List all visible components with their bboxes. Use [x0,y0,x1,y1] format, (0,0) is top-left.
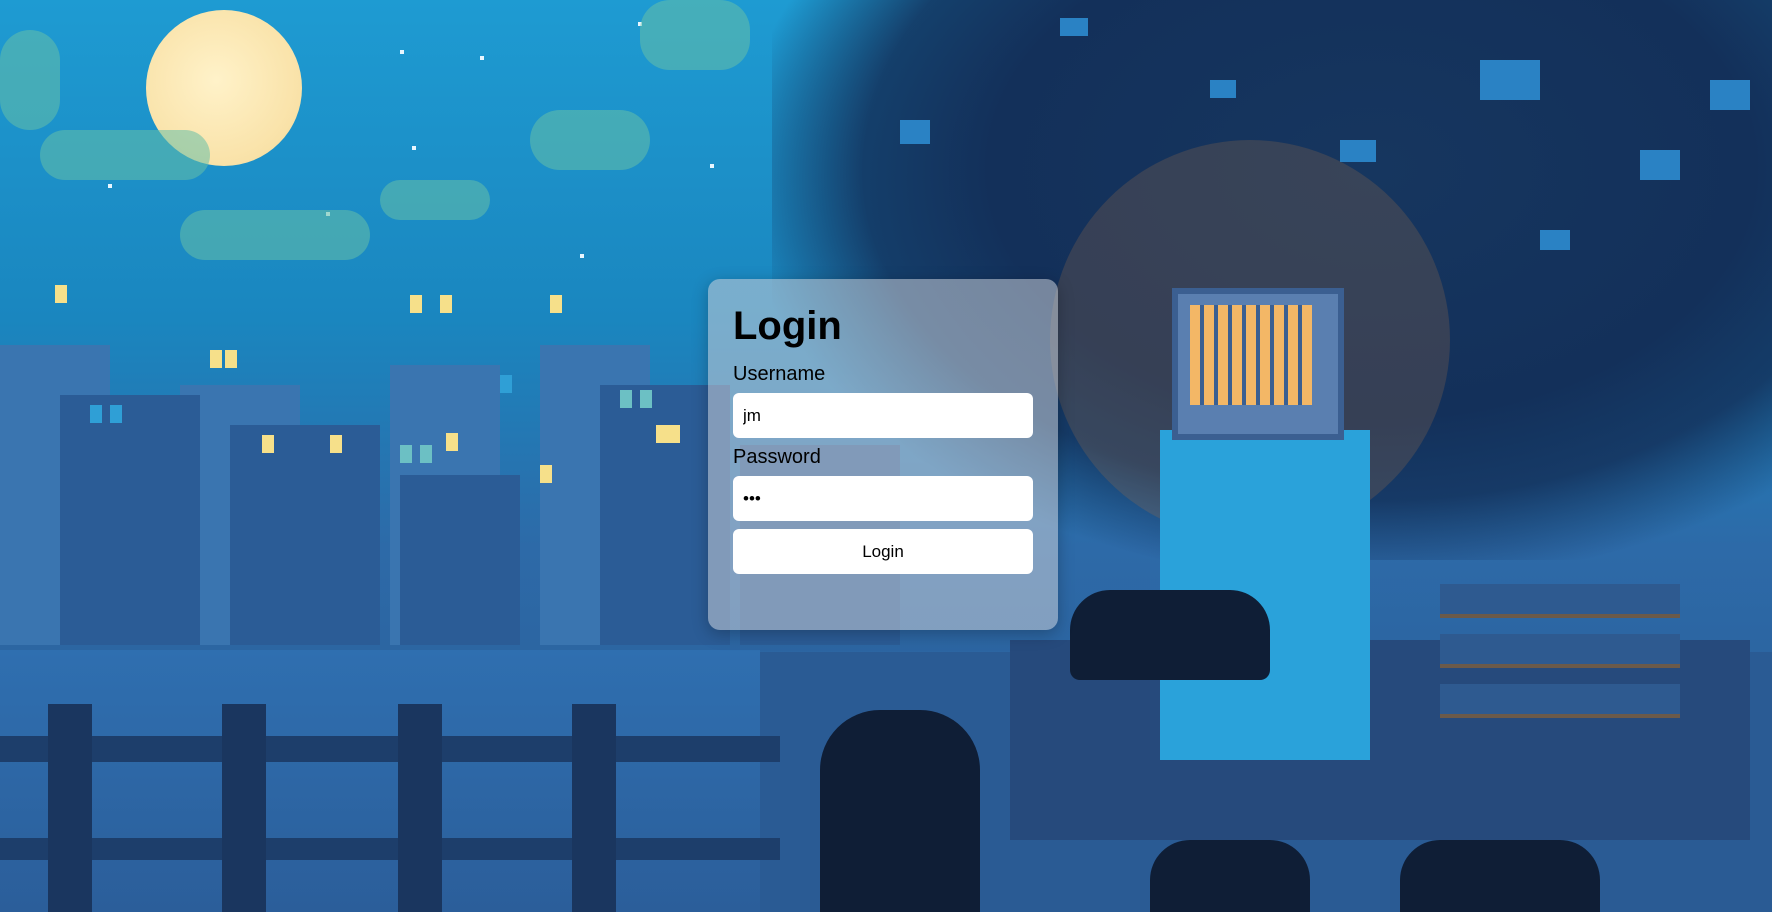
cat [1400,840,1600,912]
window [330,435,342,453]
login-title: Login [733,304,842,348]
window [225,350,237,368]
window [500,375,512,393]
leaf [1060,18,1088,36]
window [210,350,222,368]
window [262,435,274,453]
leaf [1480,60,1540,100]
background-scene: Login Username Password Login [0,0,1772,912]
login-button[interactable]: Login [733,529,1033,574]
window [656,425,668,443]
building [230,425,380,645]
robot-screen [1190,305,1312,405]
leaf [1340,140,1376,162]
bench-slat [1440,634,1680,668]
password-label: Password [733,446,821,468]
cloud [180,210,370,260]
login-form: Login Username Password Login [708,279,1058,630]
cat [1070,590,1270,680]
window [90,405,102,423]
username-input[interactable] [733,393,1033,438]
fence-post [398,704,442,912]
star [710,164,714,168]
fence-post [48,704,92,912]
leaf [900,120,930,144]
star [412,146,416,150]
window [55,285,67,303]
window [540,465,552,483]
building [60,395,200,645]
leaf [1210,80,1236,98]
window [446,433,458,451]
leaf [1710,80,1750,110]
building [400,475,520,645]
cloud [40,130,210,180]
password-input[interactable] [733,476,1033,521]
star [400,50,404,54]
window [640,390,652,408]
window [668,425,680,443]
window [400,445,412,463]
star [480,56,484,60]
fence-post [572,704,616,912]
cat [820,710,980,912]
cloud [530,110,650,170]
window [420,445,432,463]
cat [1150,840,1310,912]
username-label: Username [733,363,826,385]
window [440,295,452,313]
cloud [0,30,60,130]
window [110,405,122,423]
water [0,650,760,912]
star [580,254,584,258]
bench-slat [1440,584,1680,618]
window [550,295,562,313]
leaf [1640,150,1680,180]
cloud [640,0,750,70]
cloud [380,180,490,220]
star [108,184,112,188]
bench-slat [1440,684,1680,718]
fence-rail [0,736,780,762]
leaf [1540,230,1570,250]
window [410,295,422,313]
window [620,390,632,408]
fence-post [222,704,266,912]
fence-rail [0,838,780,860]
